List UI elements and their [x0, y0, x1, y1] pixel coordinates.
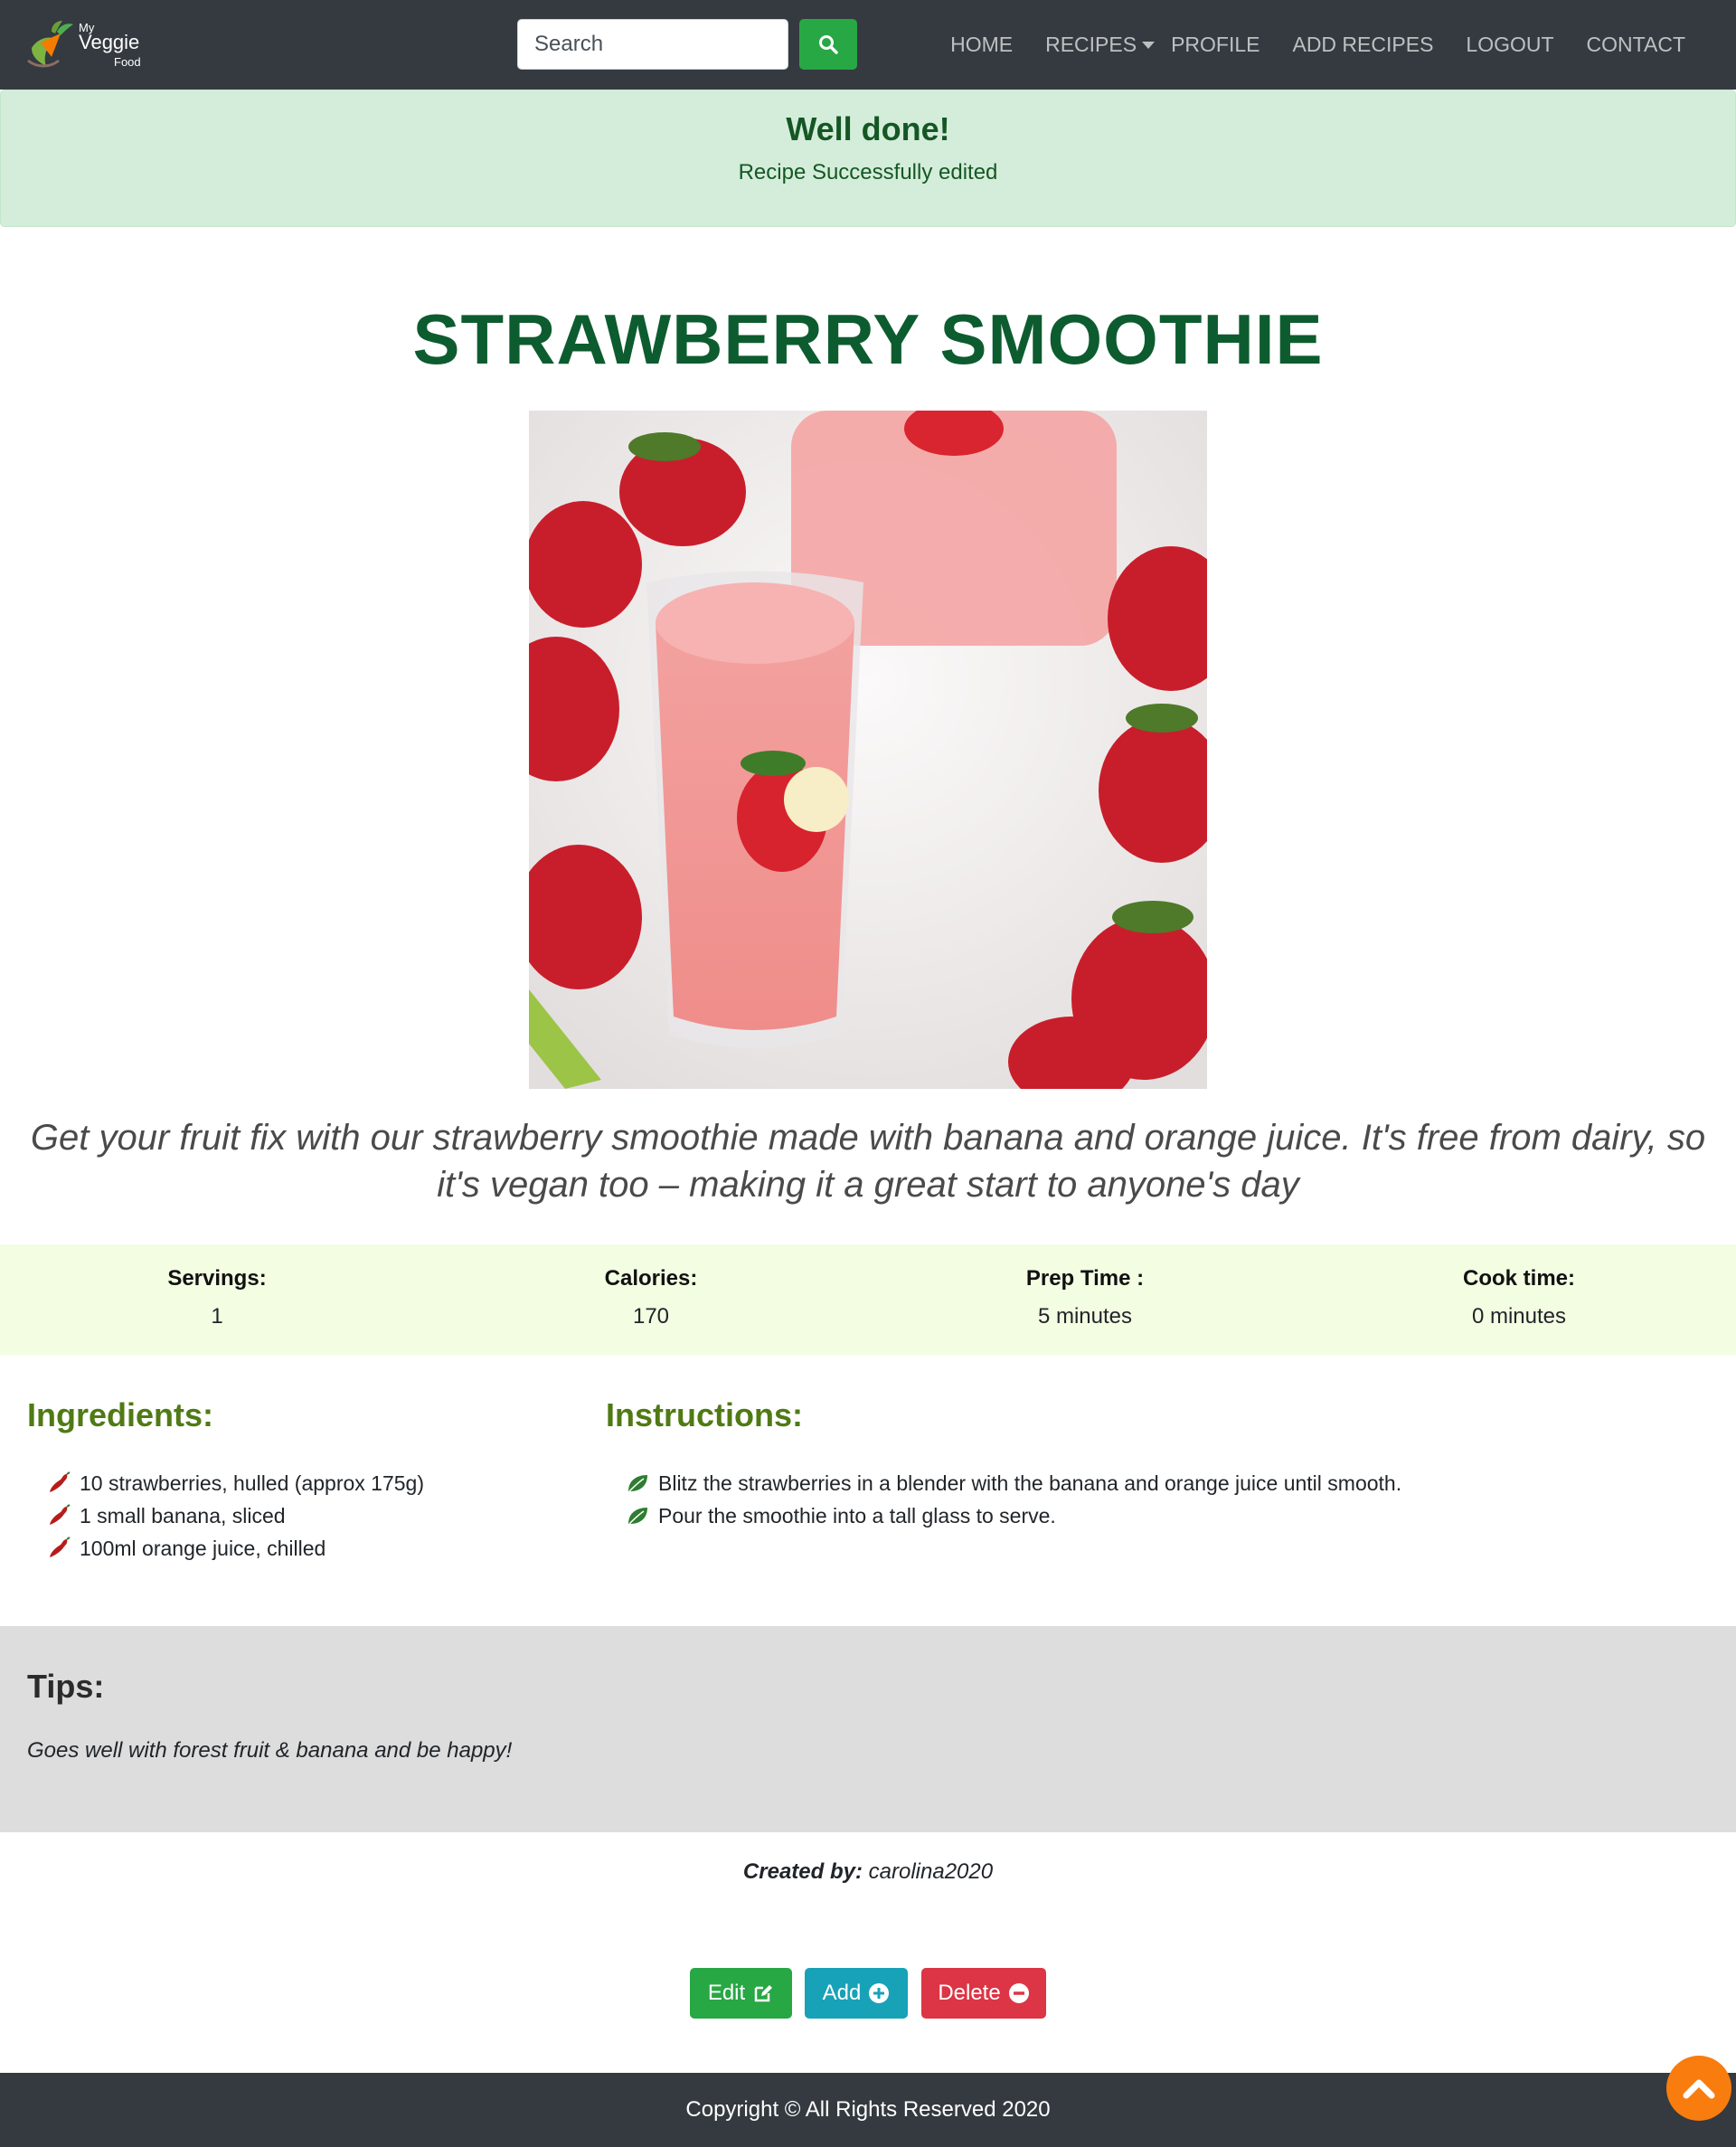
add-button[interactable]: Add	[805, 1968, 908, 2019]
footer-copyright: Copyright © All Rights Reserved 2020	[685, 2097, 1051, 2122]
chili-pepper-icon	[50, 1537, 71, 1557]
tips-text: Goes well with forest fruit & banana and…	[27, 1738, 513, 1763]
search-icon	[819, 35, 838, 54]
add-button-label: Add	[822, 1981, 862, 2005]
chevron-up-icon	[1683, 2079, 1715, 2099]
created-by: Created by: carolina2020	[0, 1859, 1736, 1885]
chili-pepper-icon	[50, 1504, 71, 1525]
search-button[interactable]	[799, 19, 857, 70]
nav-add-recipes[interactable]: ADD RECIPES	[1292, 33, 1433, 57]
stat-servings: Servings: 1	[0, 1244, 434, 1329]
instruction-text: Pour the smoothie into a tall glass to s…	[658, 1503, 1056, 1527]
logo-text-food: Food	[114, 55, 141, 69]
success-alert: Well done! Recipe Successfully edited	[0, 90, 1736, 227]
created-by-user: carolina2020	[868, 1859, 994, 1884]
scroll-to-top-button[interactable]	[1666, 2056, 1731, 2121]
list-item: Blitz the strawberries in a blender with…	[626, 1467, 1401, 1499]
stat-label: Prep Time :	[1025, 1266, 1145, 1291]
stat-value: 5 minutes	[1037, 1304, 1133, 1329]
ingredients-list: 10 strawberries, hulled (approx 175g) 1 …	[47, 1467, 424, 1565]
smoothie-photo	[529, 411, 1207, 1089]
leaf-icon	[628, 1475, 647, 1492]
ingredient-text: 100ml orange juice, chilled	[80, 1536, 326, 1560]
stat-calories: Calories: 170	[434, 1244, 868, 1329]
stat-label: Cook time:	[1462, 1266, 1575, 1291]
list-item: 1 small banana, sliced	[47, 1499, 424, 1532]
list-item: 10 strawberries, hulled (approx 175g)	[47, 1467, 424, 1499]
chili-pepper-icon	[50, 1471, 71, 1492]
stat-value: 0 minutes	[1471, 1304, 1567, 1329]
list-item: 100ml orange juice, chilled	[47, 1532, 424, 1565]
recipe-title: STRAWBERRY SMOOTHIE	[412, 299, 1324, 379]
stat-value: 170	[632, 1304, 670, 1329]
plus-circle-icon	[869, 1983, 890, 2003]
nav-logout[interactable]: LOGOUT	[1466, 33, 1553, 57]
alert-title: Well done!	[786, 110, 950, 147]
edit-button-label: Edit	[707, 1981, 746, 2005]
instructions-heading: Instructions:	[606, 1396, 804, 1433]
stat-label: Servings:	[167, 1266, 267, 1291]
alert-message: Recipe Successfully edited	[738, 160, 998, 184]
nav-menu: HOME RECIPES PROFILE ADD RECIPES LOGOUT …	[918, 0, 1685, 90]
stat-value: 1	[211, 1304, 223, 1329]
nav-contact[interactable]: CONTACT	[1587, 33, 1685, 57]
recipe-image	[529, 411, 1207, 1089]
list-item: Pour the smoothie into a tall glass to s…	[626, 1499, 1401, 1532]
ingredient-text: 1 small banana, sliced	[80, 1503, 286, 1527]
footer: Copyright © All Rights Reserved 2020	[0, 2073, 1736, 2147]
nav-home[interactable]: HOME	[950, 33, 1013, 57]
tips-heading: Tips:	[27, 1668, 105, 1705]
nav-recipes-dropdown[interactable]: RECIPES	[1045, 33, 1156, 57]
edit-button[interactable]: Edit	[690, 1968, 792, 2019]
navbar: My Veggie Food HOME RECIPES PROFILE ADD …	[0, 0, 1736, 90]
nav-profile[interactable]: PROFILE	[1171, 33, 1260, 57]
instructions-list: Blitz the strawberries in a blender with…	[626, 1467, 1401, 1532]
ingredient-text: 10 strawberries, hulled (approx 175g)	[80, 1471, 424, 1495]
minus-circle-icon	[1008, 1983, 1029, 2003]
search-input[interactable]	[517, 19, 788, 70]
recipe-description: Get your fruit fix with our strawberry s…	[30, 1118, 1706, 1205]
logo-text-veggie: Veggie	[79, 31, 140, 53]
nav-recipes-label: RECIPES	[1045, 33, 1137, 56]
ingredients-heading: Ingredients:	[27, 1396, 214, 1433]
recipe-stats: Servings: 1 Calories: 170 Prep Time : 5 …	[0, 1244, 1736, 1355]
created-by-label: Created by:	[742, 1859, 863, 1884]
instruction-text: Blitz the strawberries in a blender with…	[658, 1471, 1402, 1495]
edit-icon	[754, 1985, 773, 2002]
tips-section: Tips: Goes well with forest fruit & bana…	[0, 1626, 1736, 1832]
stat-cook-time: Cook time: 0 minutes	[1302, 1244, 1736, 1329]
carrot-logo-icon	[27, 21, 73, 68]
leaf-icon	[628, 1508, 647, 1525]
site-logo[interactable]: My Veggie Food	[24, 15, 160, 73]
stat-prep-time: Prep Time : 5 minutes	[868, 1244, 1302, 1329]
stat-label: Calories:	[604, 1266, 698, 1291]
delete-button-label: Delete	[938, 1981, 1001, 2005]
caret-down-icon	[1142, 41, 1156, 49]
delete-button[interactable]: Delete	[921, 1968, 1046, 2019]
